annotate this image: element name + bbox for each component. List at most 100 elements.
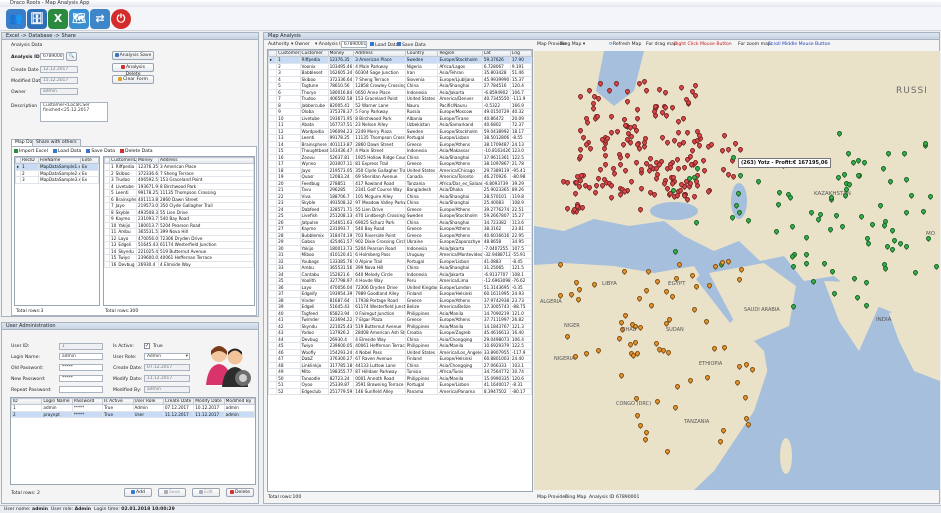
excel-icon[interactable]: X xyxy=(48,9,68,29)
table-row[interactable]: 29 Gabsa 425461.57 902 Dixie Crossing Circl… xyxy=(268,238,532,246)
table-row[interactable]: 21 Tavu 296285 2341 Golf Course Way Banglade… xyxy=(268,186,532,194)
analysis-save-button[interactable]: Analysis Save xyxy=(112,51,154,60)
table-cell: 12858 Crowley Crossing xyxy=(353,82,406,90)
user-id-input[interactable]: 1 xyxy=(59,343,103,350)
table-row[interactable]: 39Edgeli51645.4361174 Westerfield Juncti… xyxy=(268,303,532,311)
table-cell: 17938 Portage Road xyxy=(353,296,406,304)
new-password-input[interactable]: ***** xyxy=(59,375,103,382)
share-icon[interactable]: ⇄ xyxy=(90,9,110,29)
table-cell: 470056.04 xyxy=(136,234,159,242)
footer-provider-label: Map Provider xyxy=(537,495,568,500)
table-row[interactable]: 42 Skyndu 221025.43 519 Butternut Avenue Phi… xyxy=(268,322,532,330)
database-icon[interactable]: 🗄 xyxy=(27,9,47,29)
table-cell: 51.3143695 xyxy=(481,283,511,291)
old-password-input[interactable]: ***** xyxy=(59,364,103,371)
analysis-id-input[interactable]: 67890001 xyxy=(341,41,367,48)
table-row[interactable]: 45 Twiyo 239600.05 40061 Heffernan Terrace P… xyxy=(268,342,532,350)
description-input[interactable]: Customer<LocalCSer finished<25.12.2017 xyxy=(40,102,108,122)
power-icon[interactable]: ⏻ xyxy=(111,9,131,29)
load-data-button[interactable]: Load Data xyxy=(52,148,82,154)
map-data-grid[interactable]: CustomerIDCustomerMoneyAddressCountryReg… xyxy=(267,49,533,492)
repeat-password-input[interactable] xyxy=(59,386,103,393)
tab-share-with-others[interactable]: Share with others xyxy=(32,139,81,146)
delete-user-button[interactable]: Delete xyxy=(226,488,254,497)
table-row[interactable]: 16 Zoovu 52637.81 1925 Hollow Ridge Court Ch… xyxy=(268,153,532,161)
table-row[interactable]: 43Yodoo137926.228408 American Ash Street… xyxy=(268,329,532,337)
modified-by-label: Modified By: xyxy=(113,388,142,393)
drag-hint: Right Click Mouse Button xyxy=(674,42,732,47)
delete-icon xyxy=(121,64,126,69)
map-label-libya: LIBYA xyxy=(602,281,617,287)
users-avatar-icon xyxy=(202,341,254,389)
users-col-header[interactable]: Create Date xyxy=(162,398,195,405)
create-date-input[interactable]: 12.12.2017 xyxy=(40,66,78,73)
table-row[interactable]: 25 Livefish 251208.13 470 Lindbergh Crossin… xyxy=(268,212,532,220)
login-name-input[interactable]: admin xyxy=(59,353,103,360)
users-col-header[interactable]: Login Name xyxy=(41,398,73,405)
refresh-map-label: Refresh Map xyxy=(612,42,642,47)
table-cell: 239600.05 xyxy=(136,254,159,262)
save-data-button[interactable]: Save Data xyxy=(86,148,115,154)
map-label-egypt: EGYPT xyxy=(668,281,686,287)
modified-by-input[interactable]: admin xyxy=(144,386,190,393)
table-row[interactable]: 51 Oyoo 25339.87 3591 Browning Terrace Portu… xyxy=(268,381,532,389)
map-provider-select[interactable]: Bing Map ▾ xyxy=(560,42,585,47)
map-label-sudan: SUDAN xyxy=(666,327,684,333)
customer-id: 5 xyxy=(111,190,114,195)
search-analysis-button[interactable]: 🔍 xyxy=(66,52,77,61)
table-cell: America/Los_Angeles xyxy=(437,348,483,356)
table-cell: 65823.94 xyxy=(327,309,355,317)
user-admin-icon[interactable]: 👥 xyxy=(6,9,26,29)
rows-col-customerid[interactable]: CustomerID xyxy=(109,157,137,164)
table-cell: Jabbercube xyxy=(299,101,329,109)
table-cell: 133385.76 xyxy=(327,257,355,265)
save-data-button[interactable]: Save Data xyxy=(397,42,426,48)
files-grid[interactable]: RecIDFileNameExte▸1MapDataSample1.xlsxEx… xyxy=(14,156,100,306)
map-analysis-icon[interactable]: 🗺 xyxy=(69,9,89,29)
analysis-delete-button[interactable]: Analysis Delete xyxy=(112,63,154,77)
world-map[interactable]: RUSSI KAZAKHSTAN INDIA LIBYA EGYPT SAUDI… xyxy=(534,51,940,490)
table-cell: 323694.22 xyxy=(327,316,355,324)
table-row[interactable]: 13Leenti99178.2511135 Thompson CrossingP… xyxy=(268,134,532,142)
map-label-saudi-arabia: SAUDI ARABIA xyxy=(744,307,780,313)
table-row[interactable]: 2 praynpt ***** True User 11.12.2017 11.12.201… xyxy=(11,410,255,418)
status-login-time-label: Login time: xyxy=(94,507,120,512)
table-row[interactable]: 16 Devbug 26930.4 4 Elmside Way xyxy=(104,260,254,268)
customer-name: Devbug xyxy=(118,261,135,267)
create-date-input[interactable]: 07.12.2017 xyxy=(144,364,190,371)
save-user-button[interactable]: Save xyxy=(158,488,186,497)
map-label-ethiopia: ETHIOPIA xyxy=(699,361,723,367)
clear-form-button[interactable]: Clear Form xyxy=(112,75,154,84)
owner-input[interactable]: admin xyxy=(40,88,78,95)
modify-date-input[interactable]: 11.12.2017 xyxy=(144,375,190,382)
table-row[interactable]: 5 Tagtune 78610.56 12858 Crowley Crossing Ch… xyxy=(268,82,532,90)
users-grid[interactable]: ID Login Name Password Is Active User Role Cr… xyxy=(10,397,256,485)
edit-user-button[interactable]: Edit xyxy=(192,488,220,497)
table-cell: 45.9939990 xyxy=(481,75,511,83)
refresh-map-button[interactable]: ⟳Refresh Map xyxy=(609,42,641,47)
customer-name: Ambu xyxy=(118,229,131,234)
users-col-header[interactable]: Modified By xyxy=(223,398,255,405)
table-cell: 14.7090219 xyxy=(481,309,511,317)
is-active-checkbox[interactable]: ✓ xyxy=(144,343,150,349)
table-cell: 45.4616613 xyxy=(481,329,511,337)
users-col-header[interactable]: Modify Date xyxy=(193,398,225,405)
table-row[interactable]: 18 Jayo 219573.05 350 Clyde Gallagher Trail… xyxy=(268,166,532,174)
table-row[interactable]: 52 Edgeclub 251779.59 146 Sunfield Alley Pan… xyxy=(268,387,532,395)
modified-date-input[interactable]: 15.12.2017 xyxy=(40,77,78,84)
map-col-header[interactable]: CustomerID xyxy=(276,50,301,57)
load-data-button[interactable]: Load Data xyxy=(370,42,398,48)
table-cell: Panama xyxy=(404,387,439,395)
delete-data-button[interactable]: Delete Data xyxy=(120,148,153,154)
table-cell: 33.8907955 xyxy=(481,348,511,356)
import-excel-button[interactable]: Import Excel xyxy=(14,148,48,154)
table-cell: 254651.63 xyxy=(327,218,355,226)
excel-rows-grid[interactable]: CustomerID Money Address 1 Riffpedia 12376.35… xyxy=(103,156,255,306)
table-row[interactable]: 3MapDataSample3.xlsxEx xyxy=(15,176,99,184)
analysis-id-input[interactable]: 67890001 xyxy=(40,53,64,60)
user-role-select[interactable]: Admin ▾ xyxy=(144,353,190,360)
load-data-label: Load Data xyxy=(57,149,82,154)
table-cell: 193671.95 xyxy=(136,182,159,190)
add-user-button[interactable]: Add xyxy=(124,488,152,497)
table-row[interactable]: 23Skyble493508.3297 Meadow Valley Parkwa… xyxy=(268,199,532,207)
